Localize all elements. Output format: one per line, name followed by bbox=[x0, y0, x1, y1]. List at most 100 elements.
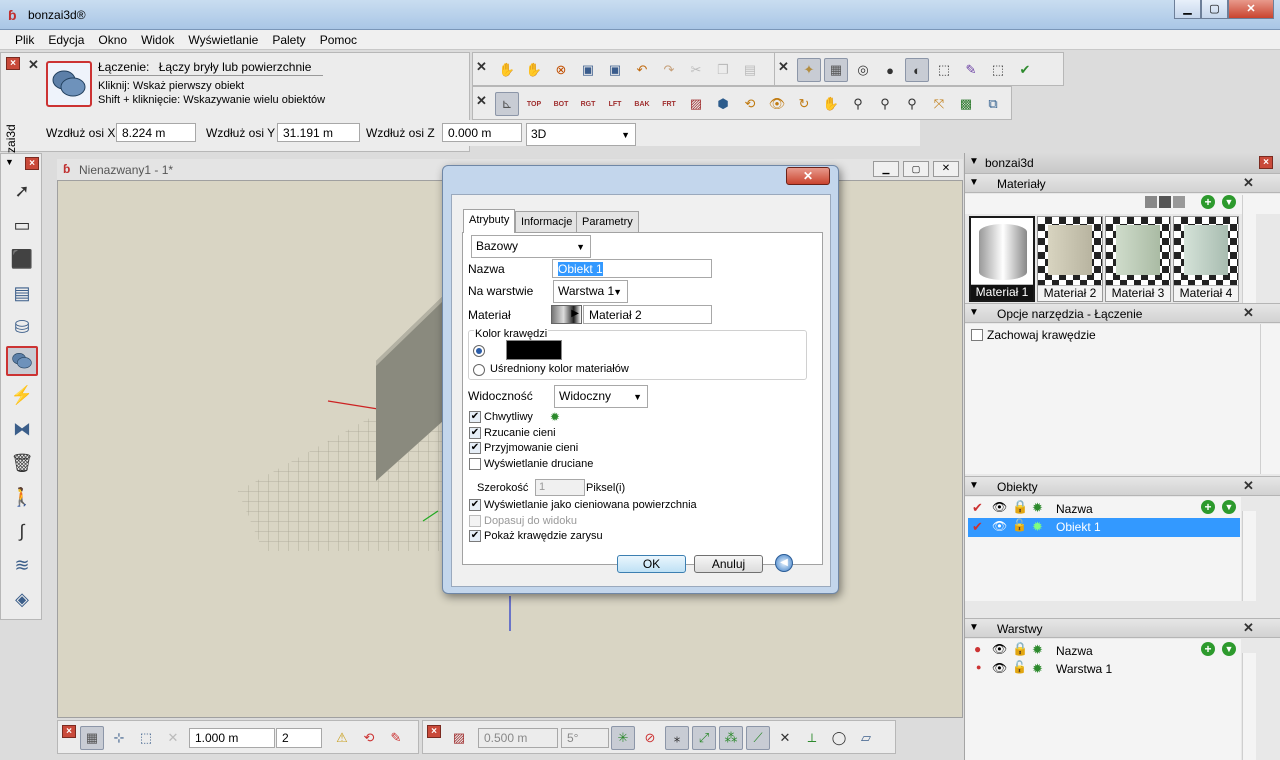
snap-point-icon[interactable]: ⁎ bbox=[665, 726, 689, 750]
add-material-icon[interactable]: + bbox=[1201, 195, 1215, 209]
object-select-icon[interactable]: ✔ bbox=[972, 519, 983, 535]
hidden-line-icon[interactable]: ● bbox=[878, 58, 902, 82]
snap-face-icon[interactable]: ▱ bbox=[854, 726, 878, 750]
doc-minimize-button[interactable]: ▁ bbox=[873, 161, 899, 177]
copy-icon[interactable]: ❐ bbox=[711, 58, 735, 82]
pen-icon[interactable]: ✎ bbox=[959, 58, 983, 82]
average-color-radio[interactable] bbox=[473, 364, 485, 376]
material-tile-1[interactable]: Materiał 1 bbox=[969, 216, 1035, 302]
path-tool-icon[interactable]: ∫ bbox=[6, 516, 38, 546]
snap-perpendicular-icon[interactable]: ⟂ bbox=[800, 726, 824, 750]
loft-tool-icon[interactable]: ≋ bbox=[6, 550, 38, 580]
close-panel-icon[interactable]: × bbox=[6, 57, 20, 70]
y-input[interactable]: 31.191 m bbox=[277, 123, 360, 142]
close-layers-icon[interactable]: ✕ bbox=[1243, 620, 1254, 636]
tab-attributes[interactable]: Atrybuty bbox=[463, 209, 516, 233]
keep-edges-checkbox[interactable] bbox=[971, 329, 983, 341]
grid-view-icon[interactable] bbox=[1173, 196, 1185, 208]
materials-header[interactable]: ▼ Materiały ✕ bbox=[965, 173, 1280, 193]
grid-icon[interactable]: ▦ bbox=[80, 726, 104, 750]
palette-menu-icon[interactable]: ▼ bbox=[5, 157, 14, 167]
close-snap-toolbar-icon[interactable]: × bbox=[427, 725, 441, 738]
union-palette-icon[interactable] bbox=[6, 346, 38, 376]
close-grid-toolbar-icon[interactable]: × bbox=[62, 725, 76, 738]
wireframe-row[interactable]: Wyświetlanie druciane bbox=[469, 457, 593, 471]
materials-scrollbar[interactable] bbox=[1242, 195, 1256, 305]
zoom-window-icon[interactable]: ▩ bbox=[954, 92, 978, 116]
x-input[interactable]: 8.224 m bbox=[116, 123, 196, 142]
grid-count-input[interactable]: 2 bbox=[276, 728, 322, 748]
close-objects-icon[interactable]: ✕ bbox=[1243, 478, 1254, 494]
snap-intersection-icon[interactable]: ✕ bbox=[773, 726, 797, 750]
tab-parameters[interactable]: Parametry bbox=[576, 211, 639, 232]
material-tile-2[interactable]: Materiał 2 bbox=[1037, 216, 1103, 302]
tab-information[interactable]: Informacje bbox=[515, 211, 579, 232]
add-object-icon[interactable]: + bbox=[1201, 500, 1215, 514]
minimize-button[interactable]: ▁ bbox=[1174, 0, 1201, 19]
objects-collapse-icon[interactable]: ▼ bbox=[969, 480, 979, 491]
layer-active-icon[interactable]: ● bbox=[976, 662, 981, 672]
layers-header[interactable]: ▼ Warstwy ✕ bbox=[965, 618, 1280, 638]
workplane-icon[interactable]: ⬚ bbox=[134, 726, 158, 750]
view-front-icon[interactable]: FRT bbox=[657, 92, 681, 116]
grid-align-icon[interactable]: ⊹ bbox=[107, 726, 131, 750]
view-top-icon[interactable]: TOP bbox=[522, 92, 546, 116]
layer-row[interactable]: ● 👁 🔓 ✹ Warstwa 1 bbox=[968, 660, 1240, 679]
cancel-button[interactable]: Anuluj bbox=[694, 555, 763, 573]
zoom-fit-icon[interactable]: ⤧ bbox=[927, 92, 951, 116]
name-input[interactable]: Obiekt 1 bbox=[552, 259, 712, 278]
objects-select-icon[interactable]: ✔ bbox=[972, 500, 983, 516]
snap-line-icon[interactable]: ⟋ bbox=[746, 726, 770, 750]
menu-palettes[interactable]: Palety bbox=[265, 30, 312, 49]
layers-visibility-icon[interactable]: 👁 bbox=[992, 642, 1007, 656]
tool-options-collapse-icon[interactable]: ▼ bbox=[969, 307, 979, 318]
objects-scrollbar[interactable] bbox=[1242, 511, 1256, 601]
layers-active-icon[interactable]: ● bbox=[974, 642, 981, 656]
cancel-icon[interactable]: ⊗ bbox=[549, 58, 573, 82]
layers-collapse-icon[interactable]: ▼ bbox=[969, 622, 979, 633]
dialog-close-button[interactable]: ✕ bbox=[786, 167, 830, 185]
sphere-tool-icon[interactable]: ◈ bbox=[6, 584, 38, 614]
layer-options-icon[interactable]: ▼ bbox=[1222, 642, 1236, 656]
layer-visibility-icon[interactable]: 👁 bbox=[992, 661, 1007, 675]
layers-lock-icon[interactable]: 🔒 bbox=[1012, 641, 1028, 657]
grid-disabled-icon[interactable]: ✕ bbox=[161, 726, 185, 750]
objects-visibility-icon[interactable]: 👁 bbox=[992, 500, 1007, 514]
outline-edges-row[interactable]: ✔ Pokaż krawędzie zarysu bbox=[469, 530, 697, 543]
panel-menu-icon[interactable]: ▼ bbox=[969, 156, 979, 167]
grid-size-input[interactable]: 1.000 m bbox=[189, 728, 275, 748]
layer-select[interactable]: Warstwa 1 ▼ bbox=[553, 280, 628, 303]
maximize-button[interactable]: ▢ bbox=[1201, 0, 1228, 19]
saved-views-icon[interactable]: ⧉ bbox=[981, 92, 1005, 116]
tool-options-header[interactable]: ▼ Opcje narzędzia - Łączenie ✕ bbox=[965, 303, 1280, 323]
orbit-icon[interactable]: ⟲ bbox=[738, 92, 762, 116]
save-icon[interactable]: ▣ bbox=[576, 58, 600, 82]
wireframe-icon[interactable]: ◎ bbox=[851, 58, 875, 82]
menu-help[interactable]: Pomoc bbox=[313, 30, 364, 49]
receive-shadows-row[interactable]: ✔ Przyjmowanie cieni bbox=[469, 442, 593, 455]
menu-edit[interactable]: Edycja bbox=[41, 30, 91, 49]
menu-window[interactable]: Okno bbox=[91, 30, 134, 49]
layers-scrollbar[interactable] bbox=[1242, 653, 1256, 760]
width-input[interactable]: 1 bbox=[535, 479, 585, 496]
edge-color-swatch[interactable] bbox=[506, 340, 562, 360]
grabbable-checkbox-row[interactable]: ✔ Chwytliwy ✹ bbox=[469, 410, 593, 424]
menu-display[interactable]: Wyświetlanie bbox=[181, 30, 265, 49]
cast-shadows-checkbox[interactable]: ✔ bbox=[469, 426, 481, 439]
snap-grid-icon[interactable]: ▨ bbox=[447, 726, 471, 750]
cast-shadows-row[interactable]: ✔ Rzucanie cieni bbox=[469, 426, 593, 440]
menu-file[interactable]: Plik bbox=[8, 30, 41, 49]
close-materials-icon[interactable]: ✕ bbox=[1243, 175, 1254, 191]
close-render-toolbar-icon[interactable]: ✕ bbox=[778, 59, 789, 75]
layer-lock-icon[interactable]: 🔓 bbox=[1012, 660, 1027, 674]
objects-grab-icon[interactable]: ✹ bbox=[1032, 500, 1043, 516]
close-toolbar-icon[interactable]: ✕ bbox=[476, 59, 487, 75]
material-tile-4[interactable]: Materiał 4 bbox=[1173, 216, 1239, 302]
object-options-icon[interactable]: ▼ bbox=[1222, 500, 1236, 514]
material-swatch-button[interactable]: ▶ bbox=[551, 305, 582, 324]
snap-angle-input[interactable]: 5° bbox=[561, 728, 609, 748]
snap-distance-input[interactable]: 0.500 m bbox=[478, 728, 558, 748]
doc-close-button[interactable]: ✕ bbox=[933, 161, 959, 177]
view-left-icon[interactable]: LFT bbox=[603, 92, 627, 116]
ok-button[interactable]: OK bbox=[617, 555, 686, 573]
